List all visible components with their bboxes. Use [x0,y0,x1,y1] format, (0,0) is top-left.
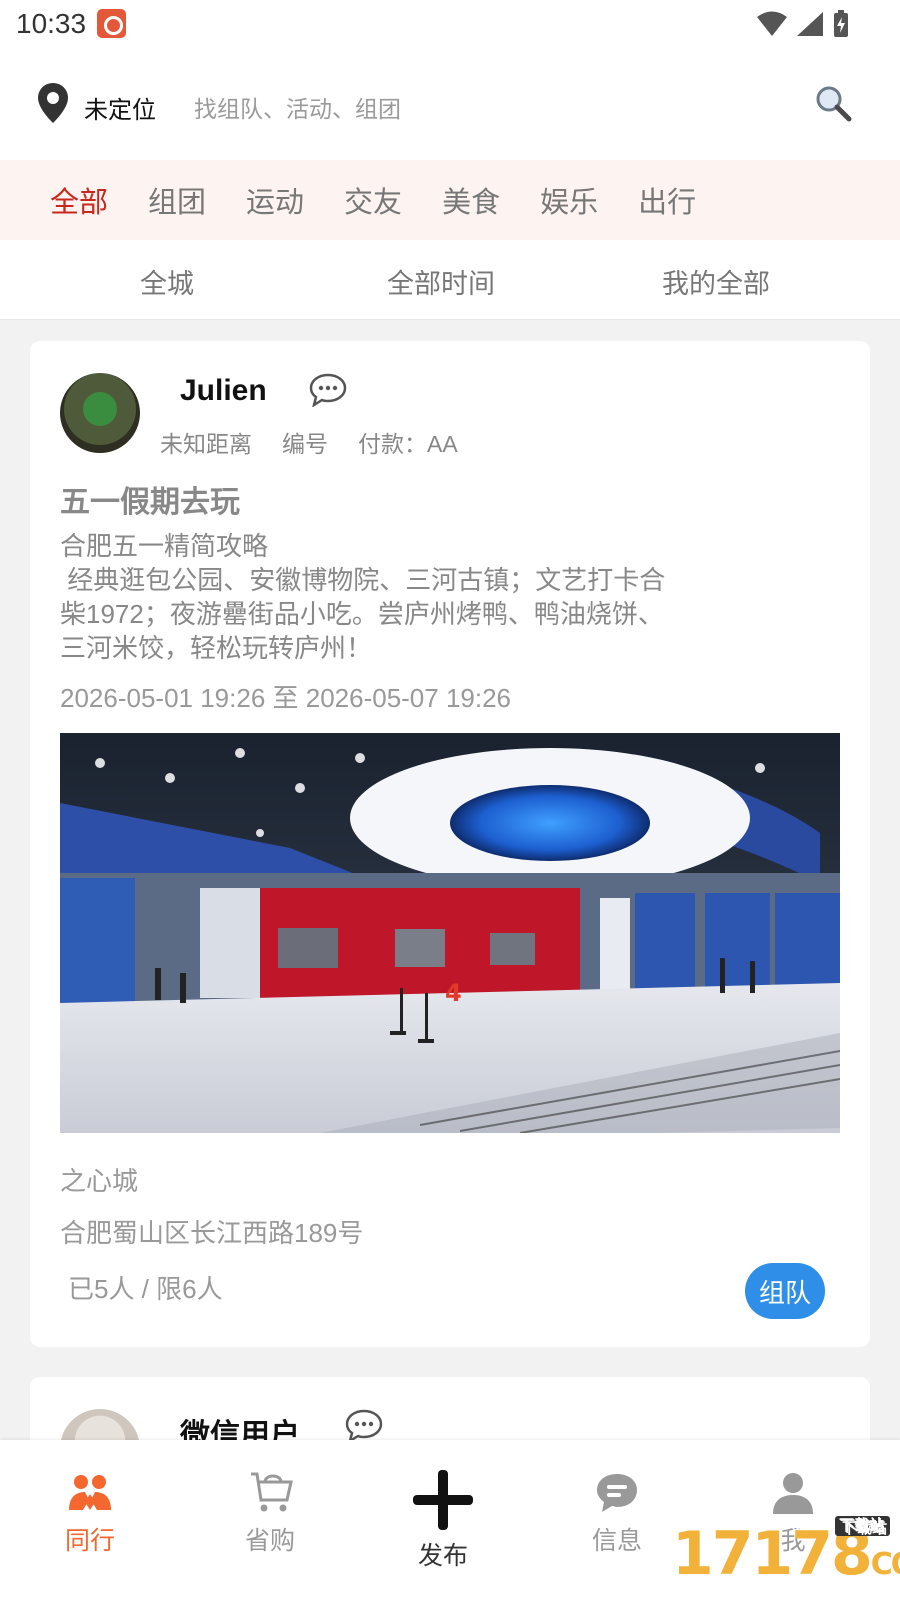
tab-entertainment[interactable]: 娱乐 [540,179,598,221]
search-icon[interactable] [813,83,853,123]
location-label[interactable]: 未定位 [84,90,156,125]
svg-text:4: 4 [445,979,462,1007]
post-meta: 未知距离 编号 付款：AA [160,425,458,459]
message-icon [597,1474,637,1512]
filter-city[interactable]: 全城 [140,262,194,301]
post-address: 合肥蜀山区长江西路189号 [60,1218,364,1248]
chat-bubble-icon[interactable] [345,1409,383,1443]
nav-label: 省购 [244,1527,295,1555]
search-input[interactable]: 找组队、活动、组团 [194,90,401,124]
system-icons [756,10,850,38]
location-pin-icon[interactable] [37,83,69,123]
exhibition-hall-photo: 4 [60,733,840,1133]
status-time: 10:33 [16,8,87,39]
category-tabs: 全部 组团 运动 交友 美食 娱乐 出行 [0,160,900,240]
post-description: 合肥五一精简攻略 经典逛包公园、安徽博物院、三河古镇；文艺打卡合 柴1972；夜… [60,531,666,663]
search-header: 未定位 找组队、活动、组团 [0,50,900,160]
watermark-logo: 17178COM 下载站 [672,1512,900,1597]
filter-time[interactable]: 全部时间 [387,262,495,301]
number-label: 编号 [282,431,328,457]
post-card[interactable]: Julien 未知距离 编号 付款：AA 五一假期去玩 合肥五一精简攻略 经典逛… [30,341,870,1347]
basket-icon [251,1472,293,1512]
user-icon [773,1473,813,1514]
tab-all[interactable]: 全部 [50,179,108,221]
signal-icon [797,12,823,36]
post-title: 五一假期去玩 [60,486,240,519]
people-icon [69,1475,111,1510]
filter-mine[interactable]: 我的全部 [662,262,770,301]
post-date-range: 2026-05-01 19:26 至 2026-05-07 19:26 [60,683,512,713]
member-count: 已5人 / 限6人 [68,1274,223,1304]
tab-friends[interactable]: 交友 [344,179,402,221]
username: Julien [180,374,267,407]
tab-sports[interactable]: 运动 [246,179,304,221]
nav-label: 发布 [417,1542,468,1570]
tab-food[interactable]: 美食 [442,179,500,221]
app-notification-icon [97,9,126,38]
nav-label: 同行 [64,1527,115,1555]
wifi-icon [757,11,787,36]
distance-label: 未知距离 [160,431,252,457]
post-photo[interactable]: 4 [60,733,840,1133]
payment-label: 付款：AA [358,431,458,457]
filter-bar: 全城 全部时间 我的全部 [0,240,900,320]
join-team-button[interactable]: 组队 [745,1263,825,1319]
chat-bubble-icon[interactable] [309,373,347,407]
battery-icon [834,10,848,37]
tab-travel[interactable]: 出行 [638,179,696,221]
plus-icon [413,1470,473,1530]
tab-group-tour[interactable]: 组团 [148,179,206,221]
avatar[interactable] [60,373,140,453]
status-bar: 10:33 [0,0,900,50]
watermark-tag: 下载站 [834,1516,890,1536]
watermark-domain: COM [870,1547,900,1582]
post-place: 之心城 [60,1166,139,1196]
